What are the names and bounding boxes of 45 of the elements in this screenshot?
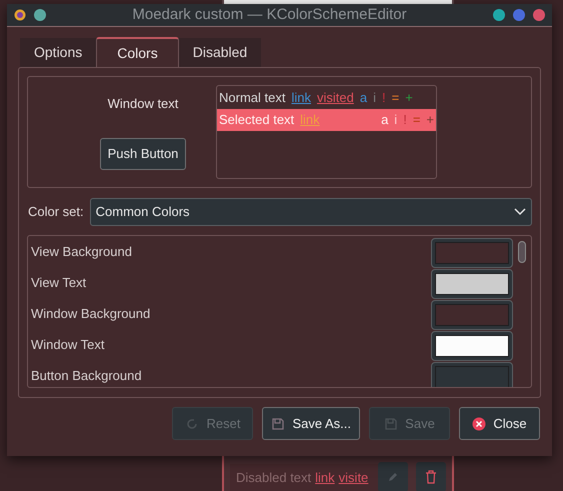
dialog-button[interactable]: Save As...: [262, 407, 360, 440]
tab[interactable]: Options: [20, 38, 96, 67]
app-icon: [14, 9, 26, 21]
color-name: Window Background: [31, 304, 152, 323]
scrollbar-handle[interactable]: [518, 241, 526, 263]
color-name: Button Background: [31, 366, 143, 385]
color-button[interactable]: [431, 362, 513, 387]
preview-text: =: [412, 111, 420, 130]
reset-icon: [185, 416, 200, 430]
preview-text: a: [381, 111, 388, 130]
color-name: View Text: [31, 274, 88, 292]
preview-text: Selected text: [219, 111, 294, 130]
color-name: View Background: [31, 242, 133, 261]
pencil-icon: [387, 471, 399, 483]
tab[interactable]: Disabled: [178, 38, 262, 67]
preview-text: i: [394, 111, 398, 130]
preview-text: !: [382, 89, 386, 108]
preview-text: Normal text: [219, 89, 286, 108]
color-name: Window Text: [31, 336, 106, 354]
edit-button[interactable]: [378, 462, 408, 491]
preview-text: i: [373, 89, 376, 108]
preview-text: +: [426, 111, 434, 130]
close-icon: [472, 416, 486, 430]
color-set-label: Color set:: [27, 203, 84, 222]
push-button[interactable]: Push Button: [100, 138, 186, 170]
close-icon[interactable]: [533, 9, 545, 21]
preview-text: a: [360, 89, 368, 108]
preview-text: =: [392, 89, 400, 108]
trash-icon: [425, 470, 437, 484]
color-set-dropdown[interactable]: Common Colors: [90, 198, 532, 226]
minimize-icon[interactable]: [493, 9, 505, 21]
maximize-icon[interactable]: [513, 9, 525, 21]
preview-text: !: [403, 111, 407, 130]
save-icon: [384, 416, 398, 430]
chevron-down-icon: [514, 208, 526, 216]
delete-button[interactable]: [416, 462, 446, 491]
pin-icon[interactable]: [34, 9, 46, 21]
preview-text: +: [405, 89, 413, 108]
save-icon: [271, 416, 286, 430]
dialog-button[interactable]: Close: [459, 407, 540, 440]
window-text-sample: Window text: [108, 95, 178, 114]
disabled-text: Disabled text: [236, 469, 312, 488]
link[interactable]: link: [291, 88, 311, 108]
tab[interactable]: Colors: [96, 37, 179, 67]
window-title: Moedark custom — KColorSchemeEditor: [131, 4, 408, 25]
